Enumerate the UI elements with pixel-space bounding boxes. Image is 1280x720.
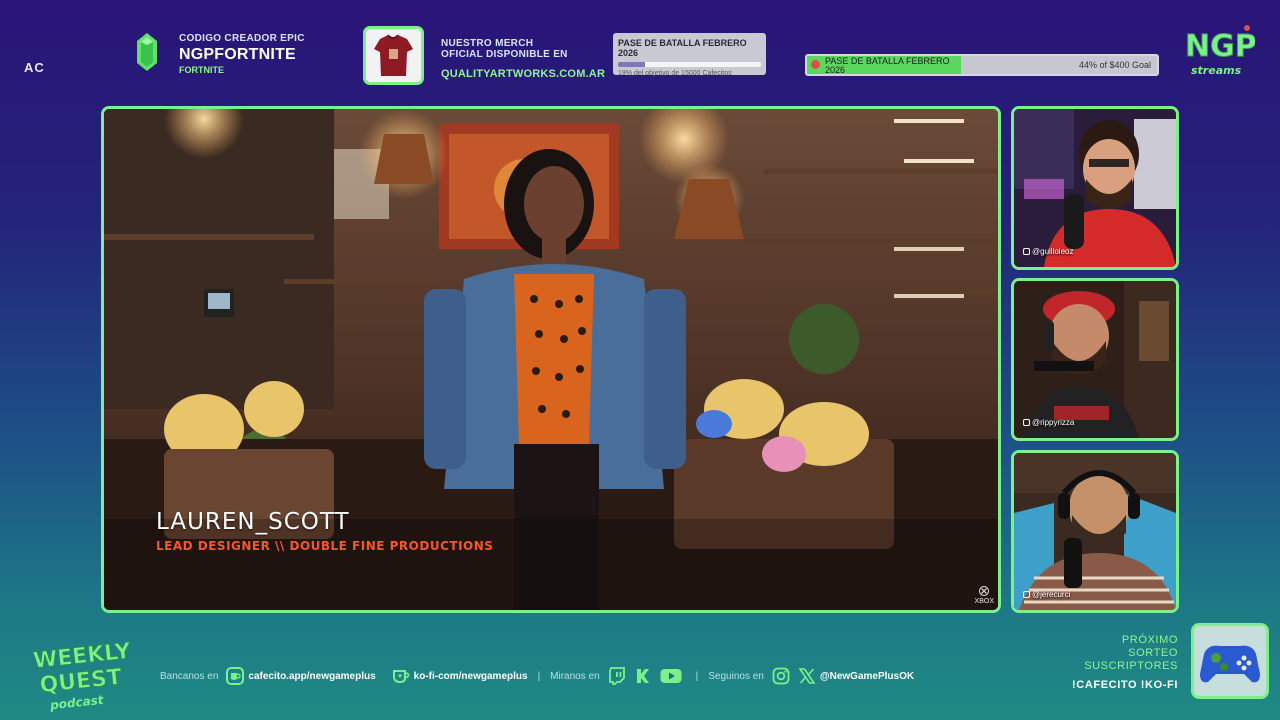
merch-line-1: NUESTRO MERCH [441, 38, 534, 49]
ngp-logo-subtext: streams [1191, 64, 1242, 77]
cafecito-icon[interactable] [226, 667, 245, 685]
host-cam-1: @guilloleoz [1011, 106, 1179, 270]
bancanos-label: Bancanos en [160, 670, 219, 682]
instagram-icon[interactable] [772, 667, 790, 685]
host-2-video [1014, 281, 1176, 438]
kofi-goal-bar: PASE DE BATALLA FEBRERO 2026 44% of $400… [805, 54, 1159, 76]
cam-1-handle: @guilloleoz [1023, 247, 1073, 256]
kofi-cup-icon [811, 60, 820, 69]
instagram-icon [1023, 419, 1030, 426]
xbox-watermark: XBOX [975, 586, 994, 605]
sorteo-panel: PRÓXIMO SORTEO SUSCRIPTORES !CAFECITO !K… [1072, 634, 1178, 691]
weekly-quest-podcast-logo: WEEKLY QUEST podcast [32, 638, 132, 712]
cam-1-handle-text: @guilloleoz [1032, 247, 1074, 256]
merch-line-2: OFICIAL DISPONIBLE EN [441, 49, 568, 60]
ac-logo: AC [24, 60, 45, 75]
kofi-link[interactable]: ko-fi-com/newgameplus [414, 671, 528, 682]
twitch-icon[interactable] [608, 667, 626, 685]
kofi-icon[interactable] [392, 667, 410, 685]
cam-3-handle-text: @jerecurci [1032, 590, 1071, 599]
emerald-gem-icon [137, 33, 157, 71]
seguinos-label: Seguinos en [708, 670, 764, 682]
goal-card-title: PASE DE BATALLA FEBRERO 2026 [618, 38, 747, 58]
controller-icon [1194, 626, 1266, 696]
separator-1: | [537, 670, 541, 682]
kick-icon[interactable] [634, 667, 652, 685]
cam-2-handle: @rippyrizza [1023, 418, 1074, 427]
cafecito-goal-card: PASE DE BATALLA FEBRERO 2026 19% del obj… [613, 33, 766, 77]
epic-code-game: FORTNITE [179, 65, 224, 75]
cam-3-handle: @jerecurci [1023, 590, 1070, 599]
social-handle[interactable]: @NewGamePlusOK [820, 671, 914, 682]
instagram-icon [1023, 248, 1030, 255]
epic-creator-code: CODIGO CREADOR EPIC NGPFORTNITE FORTNITE [179, 33, 305, 75]
merch-promo: NUESTRO MERCH OFICIAL DISPONIBLE EN QUAL… [441, 38, 605, 80]
x-twitter-icon[interactable] [798, 667, 816, 685]
shirt-icon [366, 29, 421, 82]
merch-url[interactable]: QUALITYARTWORKS.COM.AR [441, 68, 605, 80]
xbox-watermark-text: XBOX [974, 598, 994, 605]
ngp-logo-text: NGP [1185, 29, 1255, 64]
epic-code-caption: CODIGO CREADOR EPIC [179, 33, 305, 44]
goal-bar-amount: 44% of $400 Goal [1078, 60, 1151, 70]
instagram-icon [1023, 591, 1030, 598]
lower-third-nametag: LAUREN_SCOTT LEAD DESIGNER \\ DOUBLE FIN… [156, 509, 493, 553]
xbox-icon [979, 586, 990, 596]
host-cam-2: @rippyrizza [1011, 278, 1179, 441]
speaker-role: LEAD DESIGNER \\ DOUBLE FINE PRODUCTIONS [156, 539, 494, 553]
sorteo-prize-image [1191, 623, 1269, 699]
cafecito-link[interactable]: cafecito.app/newgameplus [248, 671, 375, 682]
sorteo-commands: !CAFECITO !KO-FI [1072, 679, 1178, 691]
goal-card-progress-fill [618, 62, 646, 67]
epic-code-value: NGPFORTNITE [179, 46, 296, 63]
ngp-streams-logo: NGP streams [1185, 25, 1255, 77]
sorteo-line-2: SORTEO [1128, 647, 1178, 659]
miranos-label: Miranos en [550, 670, 600, 682]
host-1-video [1014, 109, 1176, 267]
separator-2: | [695, 670, 699, 682]
goal-card-subtitle: 19% del objetivo de 15000 Cafecitos [618, 70, 732, 77]
youtube-icon[interactable] [660, 667, 682, 685]
main-video-feed: LAUREN_SCOTT LEAD DESIGNER \\ DOUBLE FIN… [101, 106, 1001, 613]
sorteo-line-1: PRÓXIMO [1121, 634, 1178, 646]
merch-shirt-thumbnail [363, 26, 424, 85]
live-dot-icon [1244, 25, 1250, 31]
host-cam-3: @jerecurci [1011, 450, 1179, 613]
goal-card-progress-track [618, 62, 761, 67]
sorteo-line-3: SUSCRIPTORES [1084, 660, 1178, 672]
social-links-row: Bancanos en cafecito.app/newgameplus ko-… [160, 667, 924, 685]
host-3-video [1014, 453, 1176, 610]
cam-2-handle-text: @rippyrizza [1032, 418, 1075, 427]
goal-bar-label: PASE DE BATALLA FEBRERO 2026 [825, 56, 950, 75]
speaker-name: LAUREN_SCOTT [156, 509, 350, 535]
